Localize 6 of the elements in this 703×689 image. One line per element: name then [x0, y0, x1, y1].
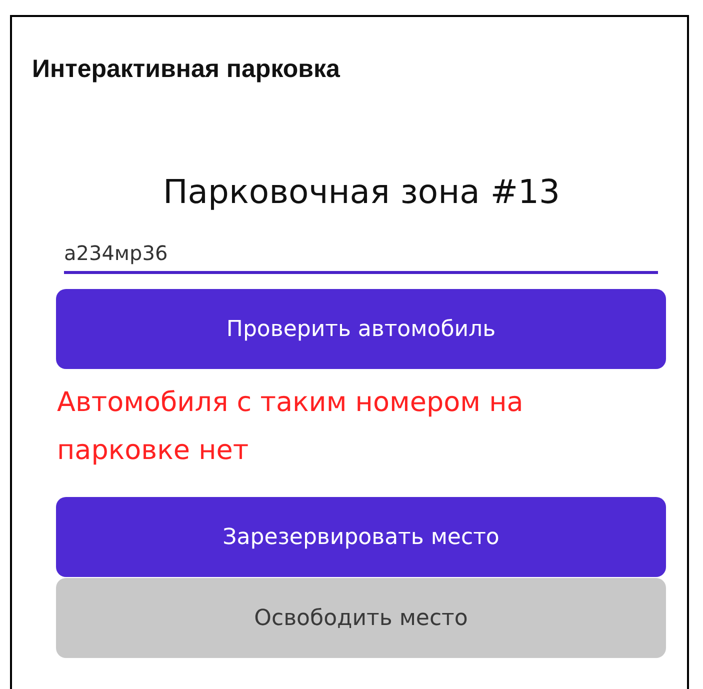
app-title: Интерактивная парковка: [32, 54, 340, 85]
zone-title: Парковочная зона #13: [162, 170, 560, 212]
action-button[interactable]: Проверить автомобиль: [56, 289, 666, 369]
plate-input-field[interactable]: а234мр36: [64, 234, 658, 274]
action-button[interactable]: Зарезервировать место: [56, 497, 666, 577]
error-message: Автомобиля с таким номером на парковке нет: [57, 386, 524, 468]
